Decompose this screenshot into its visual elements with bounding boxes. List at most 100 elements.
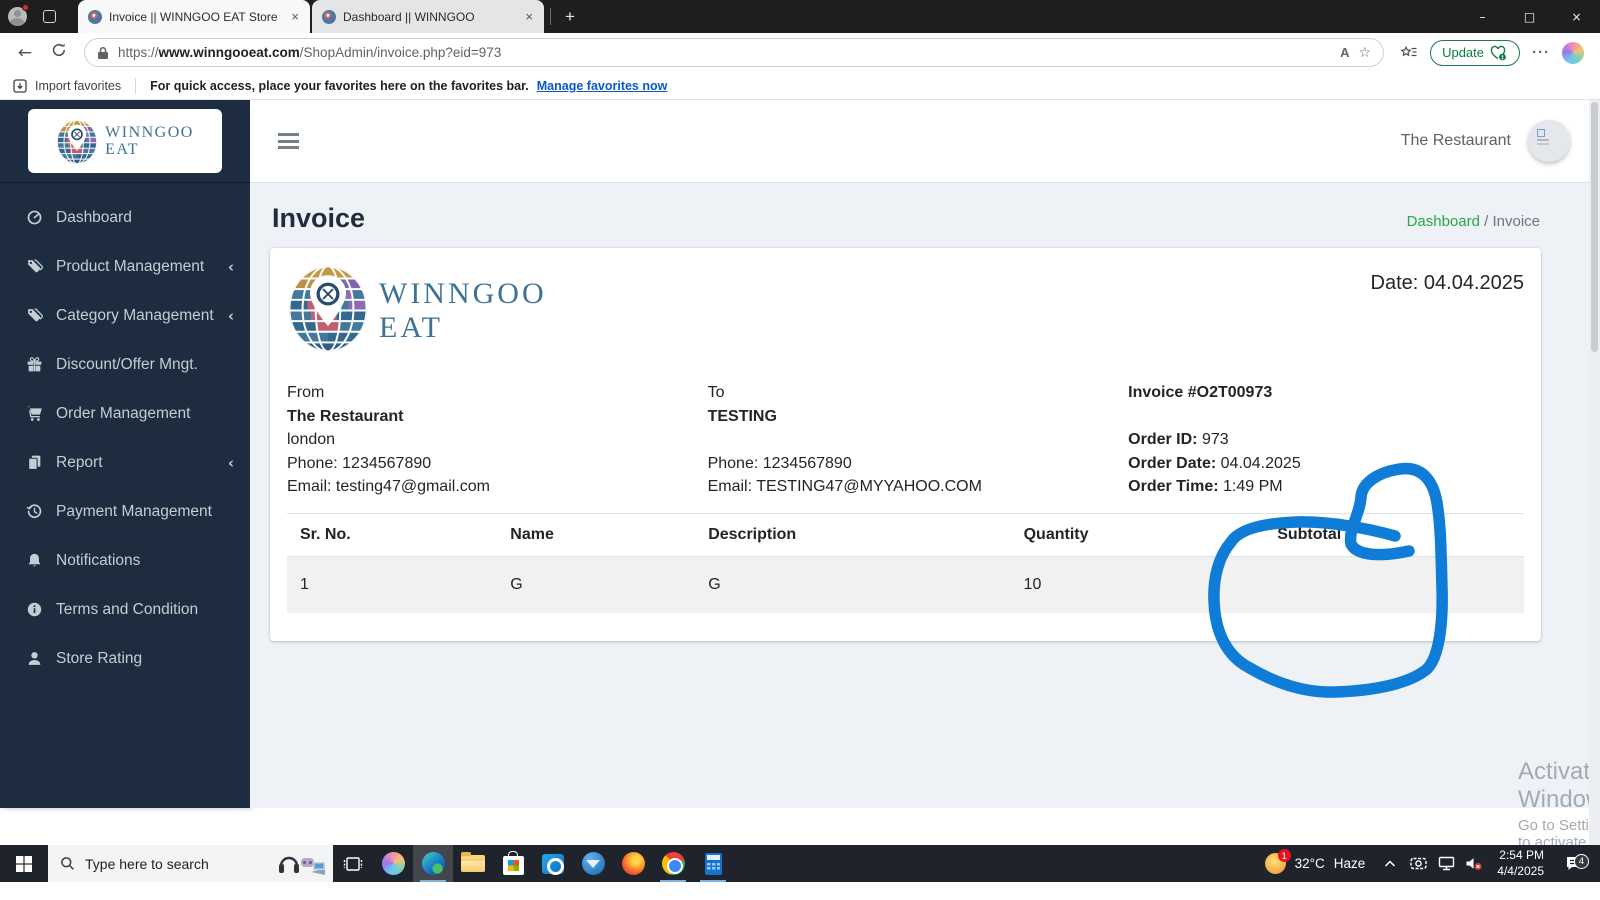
hamburger-menu-icon[interactable] — [278, 130, 299, 153]
page-scrollbar[interactable] — [1589, 100, 1600, 845]
tab-actions-icon — [43, 10, 56, 23]
tray-network-button[interactable] — [1433, 856, 1459, 871]
sidebar-logo[interactable]: WINNGOO EAT — [28, 109, 222, 173]
search-placeholder: Type here to search — [85, 856, 267, 872]
sidebar-item-discount-offer[interactable]: Discount/Offer Mngt. — [0, 340, 250, 389]
more-menu-icon[interactable]: ··· — [1532, 44, 1550, 61]
weather-widget[interactable]: 1 32°C Haze — [1255, 853, 1376, 874]
url-domain: www.winngooeat.com — [159, 45, 300, 60]
winngoo-favicon-icon — [88, 10, 102, 24]
invoice-from: From The Restaurant london Phone: 123456… — [287, 381, 708, 499]
logo-line1: WINNGOO — [105, 124, 194, 141]
to-phone: Phone: 1234567890 — [708, 452, 1129, 476]
sidebar-item-store-rating[interactable]: Store Rating — [0, 634, 250, 683]
close-button[interactable]: × — [1553, 0, 1600, 33]
user-icon — [26, 650, 56, 667]
table-header-row: Sr. No. Name Description Quantity Subtot… — [287, 513, 1524, 556]
to-address-blank — [708, 428, 1129, 452]
taskbar-clock[interactable]: 2:54 PM 4/4/2025 — [1489, 848, 1554, 879]
page-viewport: WINNGOO EAT Dashboard Product Management… — [0, 100, 1600, 845]
sidebar-menu: Dashboard Product Management ‹ Category … — [0, 183, 250, 683]
invoice-logo-text: WINNGOO EAT — [379, 277, 547, 345]
screen-capture-icon — [1410, 856, 1427, 871]
table-header-cell: Quantity — [1011, 513, 1265, 556]
sidebar-item-notifications[interactable]: Notifications — [0, 536, 250, 585]
bottom-strip — [0, 882, 1600, 900]
tab-invoice[interactable]: Invoice || WINNGOO EAT Store × — [78, 0, 310, 33]
favorite-star-icon[interactable]: ☆ — [1359, 45, 1372, 61]
refresh-button[interactable] — [44, 42, 74, 63]
invoice-number: Invoice #O2T00973 — [1128, 381, 1524, 405]
sidebar-item-order-management[interactable]: Order Management — [0, 389, 250, 438]
action-center-button[interactable]: 4 — [1556, 855, 1592, 872]
tab-actions-button[interactable] — [34, 0, 64, 33]
taskbar-outlook-button[interactable] — [533, 845, 573, 882]
minimize-button[interactable]: – — [1459, 0, 1506, 33]
taskbar-chrome-button[interactable] — [653, 845, 693, 882]
sidebar-item-label: Report — [56, 454, 228, 472]
sidebar-item-label: Product Management — [56, 258, 228, 276]
from-address: london — [287, 428, 708, 452]
import-favorites-label[interactable]: Import favorites — [35, 79, 121, 93]
favorites-hub-icon[interactable] — [1400, 45, 1418, 61]
tab-close-icon[interactable]: × — [288, 9, 302, 24]
taskbar-search-box[interactable]: Type here to search — [48, 845, 333, 882]
breadcrumb-dashboard-link[interactable]: Dashboard — [1407, 213, 1480, 230]
taskbar-store-button[interactable] — [493, 845, 533, 882]
tab-close-icon[interactable]: × — [522, 9, 536, 24]
sidebar-item-category-management[interactable]: Category Management ‹ — [0, 291, 250, 340]
update-button[interactable]: Update — [1430, 40, 1520, 66]
tab-title: Dashboard || WINNGOO — [343, 10, 515, 24]
taskbar-file-explorer-button[interactable] — [453, 845, 493, 882]
thunderbird-icon — [582, 852, 605, 875]
top-navbar: The Restaurant — [250, 100, 1600, 183]
read-aloud-icon[interactable]: A — [1340, 45, 1349, 60]
calculator-icon — [705, 853, 722, 875]
copilot-icon — [382, 852, 405, 875]
watermark-line2: Go to Settings to activate Windows. — [1518, 817, 1600, 845]
order-date-row: Order Date: 04.04.2025 — [1128, 452, 1524, 476]
taskbar-copilot-button[interactable] — [373, 845, 413, 882]
tray-volume-button[interactable] — [1461, 856, 1487, 871]
sidebar-item-terms[interactable]: Terms and Condition — [0, 585, 250, 634]
sidebar-item-dashboard[interactable]: Dashboard — [0, 193, 250, 242]
task-view-button[interactable] — [333, 845, 373, 882]
order-time-value: 1:49 PM — [1223, 478, 1283, 495]
tray-capture-button[interactable] — [1405, 856, 1431, 871]
taskbar-calculator-button[interactable] — [693, 845, 733, 882]
new-tab-button[interactable]: + — [557, 7, 583, 27]
file-explorer-icon — [461, 855, 485, 872]
order-time-row: Order Time: 1:49 PM — [1128, 475, 1524, 499]
manage-favorites-link[interactable]: Manage favorites now — [537, 79, 668, 93]
taskbar-firefox-button[interactable] — [613, 845, 653, 882]
watermark-line1: Activate Windows — [1518, 758, 1600, 814]
start-button[interactable] — [0, 845, 48, 882]
maximize-button[interactable]: □ — [1506, 0, 1553, 33]
taskbar-tray: 1 32°C Haze 2:54 PM 4/4/2025 4 — [1255, 845, 1600, 882]
back-button[interactable]: ← — [10, 43, 40, 63]
sidebar-item-label: Order Management — [56, 405, 234, 423]
browser-profile-button[interactable] — [0, 0, 34, 33]
windows-taskbar: Type here to search 1 32°C Haze — [0, 845, 1600, 882]
scrollbar-thumb[interactable] — [1591, 102, 1598, 352]
address-bar[interactable]: https://www.winngooeat.com/ShopAdmin/inv… — [84, 38, 1384, 67]
to-heading: To — [708, 381, 1129, 405]
table-cell: 10 — [1011, 556, 1265, 613]
invoice-items-table: Sr. No. Name Description Quantity Subtot… — [287, 513, 1524, 613]
user-avatar[interactable] — [1528, 120, 1570, 162]
sidebar-item-report[interactable]: Report ‹ — [0, 438, 250, 487]
order-date-label: Order Date: — [1128, 455, 1216, 472]
copilot-icon[interactable] — [1562, 42, 1584, 64]
search-highlights-promo-icon[interactable] — [277, 850, 329, 878]
sidebar-item-product-management[interactable]: Product Management ‹ — [0, 242, 250, 291]
tray-chevron-up-button[interactable] — [1377, 859, 1403, 869]
sidebar-item-payment-management[interactable]: Payment Management — [0, 487, 250, 536]
taskbar-thunderbird-button[interactable] — [573, 845, 613, 882]
weather-temp: 32°C — [1295, 856, 1325, 871]
invoice-card-header: WINNGOO EAT Date: 04.04.2025 — [287, 262, 1524, 354]
tab-dashboard[interactable]: Dashboard || WINNGOO × — [312, 0, 544, 33]
from-heading: From — [287, 381, 708, 405]
taskbar-edge-button[interactable] — [413, 845, 453, 882]
table-header-cell: Description — [695, 513, 1010, 556]
browser-essentials-heart-icon — [1489, 45, 1508, 61]
